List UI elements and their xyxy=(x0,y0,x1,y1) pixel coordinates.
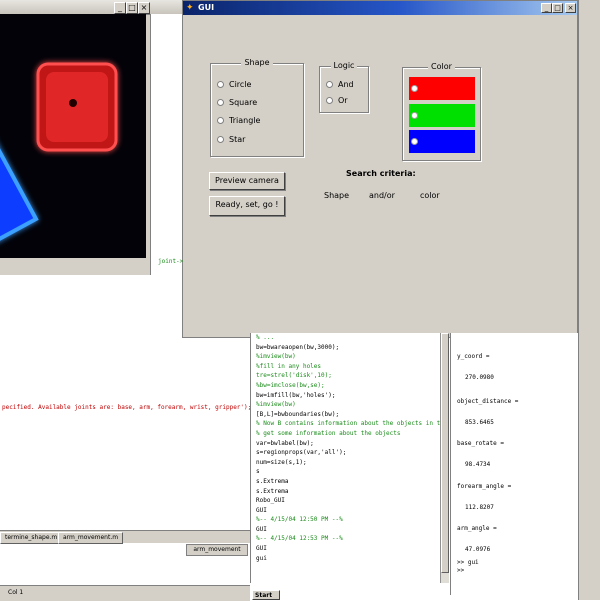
camera-preview-window: _ □ × xyxy=(0,0,151,275)
camera-image xyxy=(0,62,118,241)
console-error-line: pecified. Available joints are: base, ar… xyxy=(2,404,252,411)
camera-window-titlebar: _ □ × xyxy=(0,0,150,15)
command-prompt-line: >> xyxy=(457,567,465,574)
radio-icon[interactable] xyxy=(326,97,333,104)
radio-icon[interactable] xyxy=(217,81,224,88)
red-cube-object xyxy=(36,62,118,152)
editor-line: s=regionprops(var,'all'); xyxy=(256,449,347,457)
editor-line: %-- 4/15/04 12:50 PM --% xyxy=(256,516,343,524)
radio-icon[interactable] xyxy=(326,81,333,88)
search-andor-value: and/or xyxy=(369,191,395,200)
logic-radio-or[interactable]: Or xyxy=(326,96,348,105)
maximize-icon[interactable]: □ xyxy=(552,3,563,13)
start-button[interactable]: Start xyxy=(252,590,280,600)
editor-line: GUI xyxy=(256,525,267,533)
minimize-icon[interactable]: _ xyxy=(541,3,552,13)
workspace-variable-value: 98.4734 xyxy=(465,461,491,468)
right-window-edge xyxy=(578,0,600,600)
matlab-icon: ✦ xyxy=(186,3,194,13)
editor-line: s.Extrema xyxy=(256,487,289,495)
radio-icon[interactable] xyxy=(411,85,418,92)
tab-termine-shape[interactable]: termine_shape.m xyxy=(0,532,63,544)
logic-panel: Logic And Or xyxy=(319,61,369,113)
editor-line: % get some information about the objects xyxy=(256,429,401,437)
editor-line: Robo_GUI xyxy=(256,497,285,505)
shape-panel: Shape Circle Square Triangle Star xyxy=(210,58,304,157)
shape-radio-triangle[interactable]: Triangle xyxy=(217,116,260,125)
color-panel-title: Color xyxy=(428,62,455,71)
gui-titlebar: ✦ GUI _ □ × xyxy=(183,1,577,15)
tab-arm-movement[interactable]: arm_movement.m xyxy=(58,532,124,544)
shape-radio-star[interactable]: Star xyxy=(217,135,245,144)
gui-title: GUI xyxy=(198,3,215,12)
color-option-blue[interactable] xyxy=(409,130,475,153)
editor-line: s.Extrema xyxy=(256,477,289,485)
radio-icon[interactable] xyxy=(411,138,418,145)
editor-line: [B,L]=bwboundaries(bw); xyxy=(256,410,340,418)
blue-triangle-object xyxy=(0,148,39,241)
search-criteria-heading: Search criteria: xyxy=(346,169,416,178)
editor-line: num=size(s,1); xyxy=(256,458,307,466)
workspace-variable-value: 47.0976 xyxy=(465,546,491,553)
logic-panel-title: Logic xyxy=(330,61,358,70)
editor-line: tre=strel('disk',10); xyxy=(256,372,332,380)
status-bar: Col 1 xyxy=(0,585,250,601)
workspace-variable-name: arm_angle = xyxy=(457,525,497,532)
close-icon[interactable]: × xyxy=(138,2,150,14)
radio-icon[interactable] xyxy=(411,112,418,119)
workspace-variable-name: forearm_angle = xyxy=(457,483,512,490)
editor-line: s xyxy=(256,468,260,476)
editor-line: bw=bwareaopen(bw,3000); xyxy=(256,343,340,351)
command-history-editor[interactable]: % ... bw=bwareaopen(bw,3000); %imview(bw)%… xyxy=(250,333,441,583)
arm-movement-label[interactable]: arm_movement xyxy=(186,544,248,556)
shape-panel-title: Shape xyxy=(241,58,273,67)
logic-radio-and[interactable]: And xyxy=(326,80,354,89)
workspace-variable-value: 270.0980 xyxy=(465,374,494,381)
minimize-icon[interactable]: _ xyxy=(114,2,126,14)
editor-line: %bw=imclose(bw,se); xyxy=(256,381,325,389)
editor-line: %-- 4/15/04 12:53 PM --% xyxy=(256,535,343,543)
editor-line: %imview(bw) xyxy=(256,353,296,361)
camera-feed xyxy=(0,14,146,258)
color-panel: Color xyxy=(402,62,481,161)
editor-scrollbar[interactable] xyxy=(440,333,449,583)
search-color-value: color xyxy=(420,191,440,200)
editor-tab-bar: termine_shape.m arm_movement.m xyxy=(0,530,250,544)
editor-line: %imview(bw) xyxy=(256,401,296,409)
shape-radio-square[interactable]: Square xyxy=(217,98,257,107)
radio-icon[interactable] xyxy=(217,136,224,143)
background-window-titlebar xyxy=(150,0,184,14)
color-option-red[interactable] xyxy=(409,77,475,100)
workspace-variable-name: y_coord = xyxy=(457,353,490,360)
editor-line: % ... xyxy=(256,334,275,341)
editor-line: var=bwlabel(bw); xyxy=(256,439,314,447)
command-window-output[interactable]: y_coord = 270.0980 object_distance = 853.64… xyxy=(450,333,579,595)
workspace-variable-value: 112.8207 xyxy=(465,504,494,511)
search-shape-value: Shape xyxy=(324,191,350,200)
preview-camera-button[interactable]: Preview camera xyxy=(209,172,285,190)
workspace-variable-value: 853.6465 xyxy=(465,419,494,426)
editor-line: GUI xyxy=(256,545,267,553)
editor-line: GUI xyxy=(256,506,267,514)
command-prompt-line: >> gui xyxy=(457,559,479,566)
editor-line: gui xyxy=(256,554,267,562)
column-indicator: Col 1 xyxy=(8,589,24,596)
console-joint-prompt: joint-> xyxy=(158,258,184,265)
editor-line: % Now B contains information about the o… xyxy=(256,420,441,428)
close-icon[interactable]: × xyxy=(565,3,576,13)
workspace-variable-name: object_distance = xyxy=(457,398,519,405)
radio-icon[interactable] xyxy=(217,117,224,124)
maximize-icon[interactable]: □ xyxy=(126,2,138,14)
editor-line: bw=imfill(bw,'holes'); xyxy=(256,391,336,399)
radio-icon[interactable] xyxy=(217,99,224,106)
editor-line: %fill in any holes xyxy=(256,362,322,370)
scrollbar-thumb[interactable] xyxy=(441,333,449,573)
shape-radio-circle[interactable]: Circle xyxy=(217,80,251,89)
workspace-variable-name: base_rotate = xyxy=(457,440,504,447)
color-option-green[interactable] xyxy=(409,104,475,127)
gui-window: ✦ GUI _ □ × Shape Circle Square Triangle… xyxy=(182,0,578,338)
ready-set-go-button[interactable]: Ready, set, go ! xyxy=(209,196,285,216)
